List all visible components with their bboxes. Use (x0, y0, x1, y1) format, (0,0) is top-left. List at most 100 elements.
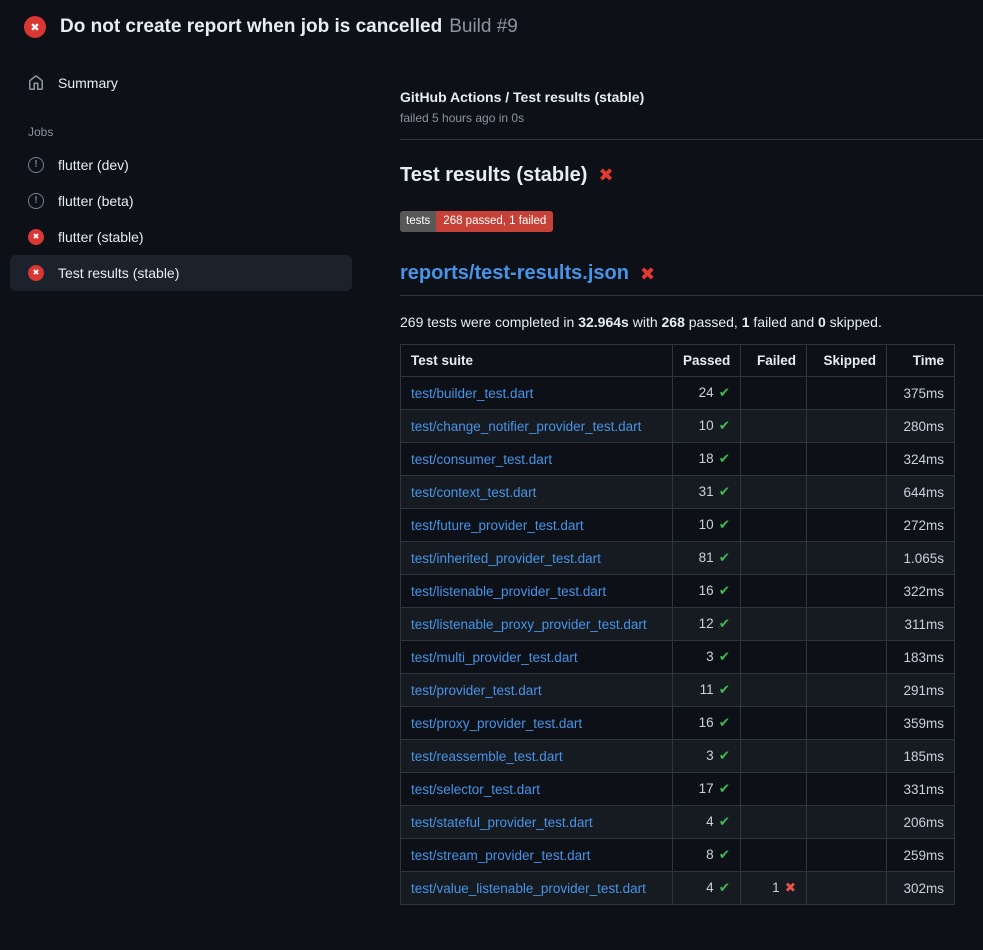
skipped-cell (807, 410, 887, 443)
skipped-cell (807, 740, 887, 773)
jobs-section-label: Jobs (28, 125, 400, 139)
summary-text: skipped. (826, 314, 882, 330)
sidebar-summary-label: Summary (58, 75, 118, 91)
passed-cell: 16✔ (673, 707, 741, 740)
main-content: GitHub Actions / Test results (stable) f… (400, 49, 983, 906)
suite-link[interactable]: test/proxy_provider_test.dart (411, 716, 582, 731)
time-cell: 1.065s (887, 542, 955, 575)
suite-link[interactable]: test/provider_test.dart (411, 683, 542, 698)
table-row: test/selector_test.dart 17✔ 331ms (401, 773, 955, 806)
passed-cell: 12✔ (673, 608, 741, 641)
skipped-cell (807, 839, 887, 872)
summary-skipped-count: 0 (818, 314, 826, 330)
failed-cell (741, 806, 807, 839)
time-cell: 280ms (887, 410, 955, 443)
col-skipped: Skipped (807, 345, 887, 377)
suite-link[interactable]: test/multi_provider_test.dart (411, 650, 578, 665)
cancelled-icon: ! (28, 193, 44, 209)
suite-link[interactable]: test/reassemble_test.dart (411, 749, 563, 764)
table-row: test/context_test.dart 31✔ 644ms (401, 476, 955, 509)
check-icon: ✔ (719, 847, 730, 862)
check-icon: ✔ (719, 451, 730, 466)
sidebar-item-flutter-dev[interactable]: ! flutter (dev) (10, 147, 352, 183)
suite-link[interactable]: test/listenable_proxy_provider_test.dart (411, 617, 647, 632)
cancelled-icon: ! (28, 157, 44, 173)
suite-link[interactable]: test/stateful_provider_test.dart (411, 815, 593, 830)
passed-cell: 17✔ (673, 773, 741, 806)
sidebar-item-label: Test results (stable) (58, 265, 179, 281)
failed-cell (741, 575, 807, 608)
report-link[interactable]: reports/test-results.json (400, 262, 629, 285)
suite-link[interactable]: test/inherited_provider_test.dart (411, 551, 601, 566)
suite-cell: test/future_provider_test.dart (401, 509, 673, 542)
run-failed-icon: ✖ (24, 16, 46, 38)
skipped-cell (807, 773, 887, 806)
suite-link[interactable]: test/future_provider_test.dart (411, 518, 584, 533)
table-header-row: Test suite Passed Failed Skipped Time (401, 345, 955, 377)
time-cell: 644ms (887, 476, 955, 509)
col-test-suite: Test suite (401, 345, 673, 377)
suite-link[interactable]: test/value_listenable_provider_test.dart (411, 881, 646, 896)
suite-cell: test/proxy_provider_test.dart (401, 707, 673, 740)
check-icon: ✔ (719, 550, 730, 565)
suite-link[interactable]: test/builder_test.dart (411, 386, 533, 401)
suite-link[interactable]: test/stream_provider_test.dart (411, 848, 590, 863)
passed-cell: 24✔ (673, 377, 741, 410)
failed-cell (741, 674, 807, 707)
suite-link[interactable]: test/context_test.dart (411, 485, 536, 500)
passed-cell: 3✔ (673, 641, 741, 674)
time-cell: 259ms (887, 839, 955, 872)
col-time: Time (887, 345, 955, 377)
passed-cell: 16✔ (673, 575, 741, 608)
sidebar-item-flutter-beta[interactable]: ! flutter (beta) (10, 183, 352, 219)
failed-x-icon: ✖ (640, 265, 655, 283)
sidebar-item-test-results-stable[interactable]: ✖ Test results (stable) (10, 255, 352, 291)
check-icon: ✔ (719, 385, 730, 400)
time-cell: 375ms (887, 377, 955, 410)
failed-cell (741, 509, 807, 542)
failed-cell (741, 641, 807, 674)
sidebar-item-summary[interactable]: Summary (10, 65, 352, 101)
summary-text: 269 tests were completed in (400, 314, 578, 330)
time-cell: 206ms (887, 806, 955, 839)
suite-link[interactable]: test/listenable_provider_test.dart (411, 584, 606, 599)
passed-cell: 11✔ (673, 674, 741, 707)
report-title: reports/test-results.json ✖ (400, 262, 983, 285)
failed-icon: ✖ (28, 265, 44, 281)
divider (400, 139, 983, 140)
table-row: test/consumer_test.dart 18✔ 324ms (401, 443, 955, 476)
results-table-body: test/builder_test.dart 24✔ 375ms test/ch… (401, 377, 955, 905)
table-row: test/multi_provider_test.dart 3✔ 183ms (401, 641, 955, 674)
summary-duration: 32.964s (578, 314, 629, 330)
check-icon: ✔ (719, 616, 730, 631)
build-number: Build #9 (449, 16, 518, 37)
skipped-cell (807, 509, 887, 542)
check-icon: ✔ (719, 583, 730, 598)
summary-failed-count: 1 (742, 314, 750, 330)
time-cell: 359ms (887, 707, 955, 740)
suite-cell: test/stateful_provider_test.dart (401, 806, 673, 839)
failed-cell (741, 476, 807, 509)
suite-cell: test/builder_test.dart (401, 377, 673, 410)
check-icon: ✔ (719, 880, 730, 895)
table-row: test/listenable_provider_test.dart 16✔ 3… (401, 575, 955, 608)
suite-cell: test/context_test.dart (401, 476, 673, 509)
skipped-cell (807, 872, 887, 905)
check-icon: ✔ (719, 418, 730, 433)
check-icon: ✔ (719, 484, 730, 499)
layout: Summary Jobs ! flutter (dev) ! flutter (… (0, 49, 983, 906)
suite-link[interactable]: test/change_notifier_provider_test.dart (411, 419, 641, 434)
failed-cell (741, 377, 807, 410)
results-table: Test suite Passed Failed Skipped Time te… (400, 344, 955, 905)
passed-cell: 18✔ (673, 443, 741, 476)
sidebar-item-flutter-stable[interactable]: ✖ flutter (stable) (10, 219, 352, 255)
col-passed: Passed (673, 345, 741, 377)
run-title: Do not create report when job is cancell… (60, 16, 518, 39)
suite-link[interactable]: test/consumer_test.dart (411, 452, 552, 467)
suite-link[interactable]: test/selector_test.dart (411, 782, 540, 797)
time-cell: 311ms (887, 608, 955, 641)
time-cell: 185ms (887, 740, 955, 773)
check-icon: ✔ (719, 517, 730, 532)
summary-text: passed, (685, 314, 742, 330)
time-cell: 183ms (887, 641, 955, 674)
